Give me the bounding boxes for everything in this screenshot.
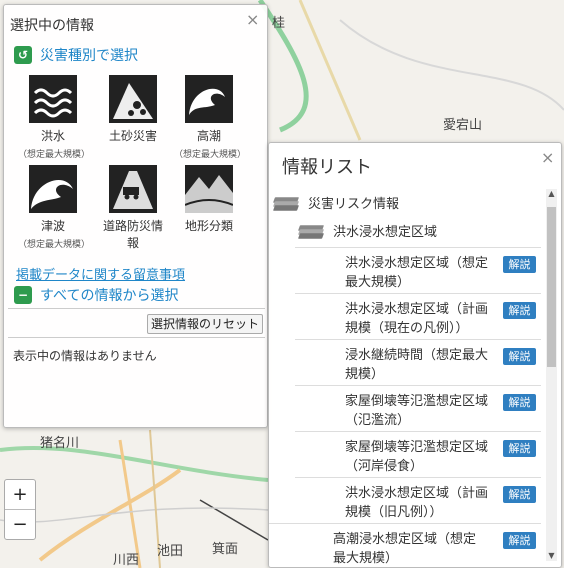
tree-root[interactable]: 災害リスク情報	[272, 193, 400, 212]
hazard-label: 高潮	[196, 129, 221, 143]
list-item[interactable]: 洪水浸水想定区域（計画規模（旧凡例）） 解説	[295, 477, 541, 524]
panel-title: 選択中の情報	[10, 18, 94, 34]
hazard-storm-surge[interactable]: 高潮 （想定最大規模）	[174, 75, 247, 160]
all-info-section[interactable]: − すべての情報から選択	[14, 285, 178, 305]
item-label: 洪水浸水想定区域（計画規模（旧凡例））	[345, 486, 489, 520]
item-label: 浸水継続時間（想定最大規模）	[345, 348, 489, 382]
list-item[interactable]: 洪水浸水想定区域（想定最大規模） 解説	[295, 247, 541, 294]
explain-button[interactable]: 解説	[503, 440, 536, 457]
selection-panel: 選択中の情報 × ↺ 災害種別で選択 洪水 （想定最大規模） 土砂災害 高潮 （…	[3, 4, 268, 428]
hazard-label: 洪水	[40, 129, 65, 143]
hazard-flood[interactable]: 洪水 （想定最大規模）	[18, 75, 91, 160]
close-icon[interactable]: ×	[246, 12, 259, 28]
hazard-label: 土砂災害	[108, 129, 157, 143]
divider	[8, 337, 265, 338]
hazard-label: 津波	[40, 219, 65, 233]
list-item[interactable]: 家屋倒壊等氾濫想定区域（河岸侵食） 解説	[295, 431, 541, 478]
reset-button[interactable]: 選択情報のリセット	[147, 314, 263, 334]
empty-message: 表示中の情報はありません	[13, 349, 157, 363]
map-label: 池田	[157, 544, 184, 559]
data-notes-link[interactable]: 掲載データに関する留意事項	[16, 264, 185, 283]
hazard-terrain[interactable]: 地形分類	[174, 165, 244, 234]
layers-icon	[272, 194, 300, 212]
zoom-control: + −	[4, 479, 36, 540]
tree-group[interactable]: 洪水浸水想定区域	[297, 221, 438, 240]
storm-surge-icon	[185, 75, 233, 123]
divider	[8, 308, 265, 309]
list-item[interactable]: 洪水浸水想定区域（計画規模（現在の凡例）） 解説	[295, 293, 541, 340]
tsunami-icon	[29, 165, 77, 213]
road-disaster-icon	[109, 165, 157, 213]
hazard-sub: （想定最大規模）	[18, 240, 91, 250]
hazard-sub: （想定最大規模）	[18, 150, 91, 160]
info-list: 災害リスク情報 洪水浸水想定区域 洪水浸水想定区域（想定最大規模） 解説 洪水浸…	[269, 185, 545, 567]
map-label: 猪名川	[40, 436, 80, 451]
list-item[interactable]: 浸水継続時間（想定最大規模） 解説	[295, 339, 541, 386]
minus-icon: −	[14, 286, 32, 304]
hazard-landslide[interactable]: 土砂災害	[98, 75, 168, 144]
hazard-road[interactable]: 道路防災情報	[98, 165, 168, 251]
explain-button[interactable]: 解説	[503, 486, 536, 503]
hazard-label: 地形分類	[184, 219, 233, 233]
return-arrow-icon: ↺	[14, 46, 32, 64]
explain-button[interactable]: 解説	[503, 348, 536, 365]
scroll-down-icon[interactable]: ▼	[546, 551, 557, 561]
scroll-up-icon[interactable]: ▲	[546, 189, 557, 199]
item-label: 洪水浸水想定区域（計画規模（現在の凡例））	[345, 302, 489, 336]
map-label: 川西	[113, 553, 140, 568]
map-label: 桂	[272, 16, 286, 31]
explain-button[interactable]: 解説	[503, 532, 536, 549]
terrain-icon	[184, 165, 234, 213]
zoom-out-button[interactable]: −	[5, 509, 35, 539]
item-label: 家屋倒壊等氾濫想定区域（河岸侵食）	[345, 440, 489, 474]
hazard-type-section[interactable]: ↺ 災害種別で選択	[14, 45, 138, 65]
tree-group-label: 洪水浸水想定区域	[333, 225, 438, 240]
list-item[interactable]: 家屋倒壊等氾濫想定区域（氾濫流） 解説	[295, 385, 541, 432]
hazard-tsunami[interactable]: 津波 （想定最大規模）	[18, 165, 91, 250]
item-label: 高潮浸水想定区域（想定最大規模）	[333, 532, 477, 566]
hazard-label: 道路防災情報	[102, 219, 163, 250]
panel-title: 情報リスト	[282, 157, 372, 178]
layers-icon	[297, 222, 325, 240]
hazard-sub: （想定最大規模）	[174, 150, 247, 160]
close-icon[interactable]: ×	[541, 150, 554, 166]
item-label: 洪水浸水想定区域（想定最大規模）	[345, 256, 489, 290]
explain-button[interactable]: 解説	[503, 256, 536, 273]
scrollbar[interactable]: ▲ ▼	[546, 189, 557, 561]
landslide-icon	[109, 75, 157, 123]
explain-button[interactable]: 解説	[503, 302, 536, 319]
map-label: 愛宕山	[443, 118, 483, 133]
tree-root-label: 災害リスク情報	[308, 197, 400, 212]
explain-button[interactable]: 解説	[503, 394, 536, 411]
section-title: すべての情報から選択	[40, 288, 179, 304]
zoom-in-button[interactable]: +	[5, 480, 35, 509]
map-label: 箕面	[212, 542, 239, 557]
item-label: 家屋倒壊等氾濫想定区域（氾濫流）	[345, 394, 489, 428]
list-item[interactable]: 高潮浸水想定区域（想定最大規模） 解説	[269, 523, 541, 567]
info-list-panel: 情報リスト × 災害リスク情報 洪水浸水想定区域 洪水浸水想定区域（想定最大規模…	[268, 142, 562, 568]
section-title: 災害種別で選択	[40, 48, 138, 64]
scroll-thumb[interactable]	[547, 207, 556, 367]
flood-icon	[29, 75, 77, 123]
